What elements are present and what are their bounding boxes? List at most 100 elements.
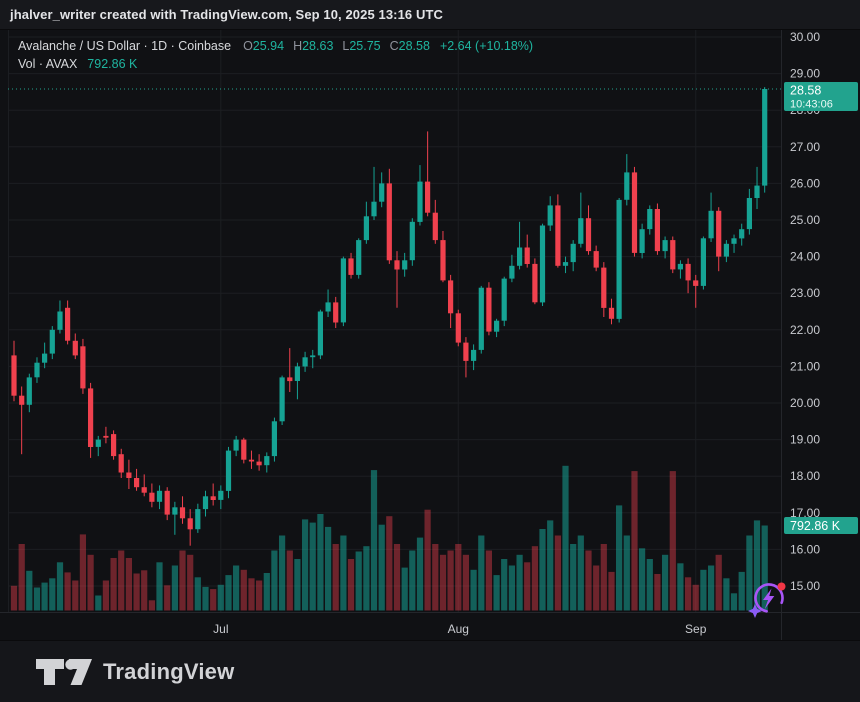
volume-bar (348, 559, 354, 611)
volume-bar (310, 523, 316, 611)
candle-body (632, 172, 637, 253)
volume-bar (562, 466, 568, 611)
symbol-legend: Avalanche / US Dollar · 1D · Coinbase O2… (18, 37, 533, 73)
candle-body (34, 363, 39, 378)
candle-body (348, 258, 353, 275)
volume-bar (402, 568, 408, 611)
volume-bar (654, 574, 660, 611)
legend-main-row: Avalanche / US Dollar · 1D · Coinbase O2… (18, 37, 533, 55)
time-axis[interactable]: JulAugSep (213, 622, 707, 636)
volume-bar (585, 551, 591, 611)
candle-body (96, 440, 101, 447)
candle-body (310, 355, 315, 357)
price-tick-label: 22.00 (790, 323, 820, 337)
volume-bar (417, 538, 423, 611)
candle-body (149, 493, 154, 502)
volume-bar (164, 585, 170, 610)
candle-body (670, 240, 675, 269)
candle-body (655, 209, 660, 251)
volume-bar (486, 551, 492, 611)
candle-body (226, 451, 231, 491)
volume-bar (440, 555, 446, 611)
tradingview-logo[interactable]: TradingView (35, 658, 234, 686)
candle-body (264, 456, 269, 465)
price-tick-label: 15.00 (790, 579, 820, 593)
candle-body (502, 279, 507, 321)
ohlc-close: C28.58 (390, 37, 430, 55)
candle-body (747, 198, 752, 229)
candle-body (195, 509, 200, 529)
candle-body (739, 229, 744, 238)
candle-body (624, 172, 629, 199)
volume-bar (593, 566, 599, 611)
candle-body (73, 341, 78, 356)
volume-bar (356, 552, 362, 611)
candle-body (65, 308, 70, 341)
volume-bar (723, 578, 729, 610)
volume-bar (19, 544, 25, 611)
volume-bar (241, 570, 247, 611)
candle-body (640, 229, 645, 253)
month-tick-label: Aug (448, 622, 469, 636)
candle-body (371, 202, 376, 217)
volume-bar (225, 575, 231, 610)
volume-bar (425, 510, 431, 611)
candle-body (356, 240, 361, 275)
volume-bar (386, 516, 392, 610)
volume-value: 792.86 K (87, 55, 137, 73)
volume-bar (379, 525, 385, 611)
symbol-title[interactable]: Avalanche / US Dollar · 1D · Coinbase (18, 37, 231, 55)
candle-body (394, 260, 399, 269)
price-axis[interactable]: 30.0029.0028.0027.0026.0025.0024.0023.00… (790, 30, 820, 593)
volume-bar (739, 572, 745, 611)
volume-bar (302, 519, 308, 610)
volume-badge: 792.86 K (784, 517, 858, 534)
candle-body (762, 89, 767, 186)
candle-body (19, 396, 24, 405)
volume-bar (218, 585, 224, 611)
volume-bar (210, 589, 216, 610)
price-change: +2.64 (+10.18%) (440, 37, 533, 55)
volume-bar (524, 562, 530, 610)
month-tick-label: Sep (685, 622, 707, 636)
candle-body (540, 226, 545, 303)
volume-bar (455, 544, 461, 611)
candle-body (57, 312, 62, 330)
candle-body (724, 244, 729, 257)
candle-body (609, 308, 614, 319)
candle-body (410, 222, 415, 260)
volume-bar (501, 559, 507, 611)
candle-body (119, 454, 124, 472)
volume-bar (578, 536, 584, 611)
candle-body (463, 343, 468, 361)
volume-bar (126, 558, 132, 611)
volume-bar (432, 544, 438, 611)
candle-body (272, 421, 277, 456)
candle-body (234, 440, 239, 451)
volume-bar (287, 551, 293, 611)
volume-bar (317, 514, 323, 611)
volume-bar (256, 581, 262, 611)
volume-bar (716, 555, 722, 611)
volume-badge-value: 792.86 K (790, 519, 841, 533)
candle-body (571, 244, 576, 262)
candle-body (448, 280, 453, 313)
price-tick-label: 25.00 (790, 213, 820, 227)
volume-bar (57, 562, 63, 610)
price-tick-label: 23.00 (790, 286, 820, 300)
candle-body (88, 388, 93, 447)
candle-body (601, 268, 606, 308)
volume-bar (547, 520, 553, 610)
volume-bar (463, 555, 469, 611)
last-price-value: 28.58 (790, 84, 821, 98)
volume-bar (156, 562, 162, 610)
candle-body (456, 313, 461, 342)
candlestick-plot[interactable]: 30.0029.0028.0027.0026.0025.0024.0023.00… (0, 30, 860, 640)
candle-body (578, 218, 583, 244)
ohlc-low: L25.75 (342, 37, 380, 55)
candle-body (479, 288, 484, 350)
volume-bar (34, 588, 40, 611)
volume-bar (471, 570, 477, 611)
attribution-text: jhalver_writer created with TradingView.… (10, 7, 443, 22)
volume-bar (80, 534, 86, 610)
